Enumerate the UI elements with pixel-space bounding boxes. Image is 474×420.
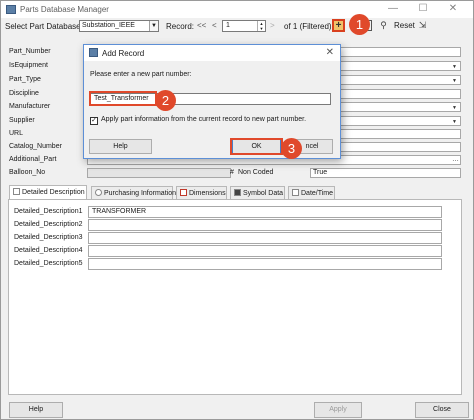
record-number-value: 1: [226, 22, 230, 29]
calendar-icon: [292, 189, 299, 196]
dimensions-icon: [180, 189, 187, 196]
previous-record-button[interactable]: <: [212, 21, 217, 30]
parts-database-manager-window: Parts Database Manager — ☐ ✕ Select Part…: [0, 0, 474, 420]
spinner-arrows-icon[interactable]: ▲ ▼: [257, 21, 265, 31]
field-label: Supplier: [9, 117, 35, 124]
reset-button[interactable]: Reset: [394, 21, 415, 30]
callout-marker: 1: [349, 14, 370, 35]
close-button[interactable]: Close: [415, 402, 469, 418]
export-icon[interactable]: ⇲: [417, 20, 428, 31]
database-select[interactable]: Substation_IEEE ▼: [79, 20, 159, 32]
description-label: Detailed_Description3: [14, 234, 83, 241]
field-label: Balloon_No: [9, 169, 46, 176]
callout-marker: 2: [155, 90, 176, 111]
window-titlebar: Parts Database Manager — ☐ ✕: [1, 1, 473, 18]
dialog-help-button[interactable]: Help: [89, 139, 152, 154]
non-coded-value: True: [313, 169, 328, 176]
field-label: IsEquipment: [9, 62, 48, 69]
field-label: URL: [9, 130, 24, 137]
tab-detailed-description[interactable]: Detailed Description: [9, 185, 87, 200]
detailed-description4-field[interactable]: [88, 245, 442, 257]
help-button[interactable]: Help: [9, 402, 63, 418]
tab-label: Purchasing Information: [104, 190, 176, 197]
chevron-down-icon[interactable]: ▼: [452, 78, 457, 84]
tab-purchasing-information[interactable]: Purchasing Information: [91, 186, 176, 200]
first-record-button[interactable]: <<: [197, 21, 206, 30]
non-coded-field[interactable]: True: [310, 168, 461, 178]
database-select-value: Substation_IEEE: [82, 22, 135, 29]
balloon-no-field[interactable]: [87, 168, 231, 178]
chevron-down-icon[interactable]: ▼: [452, 64, 457, 70]
more-options-icon[interactable]: …: [452, 156, 459, 163]
dialog-titlebar: Add Record ✕: [84, 45, 340, 61]
non-coded-label: Non Coded: [238, 169, 274, 176]
tab-label: Symbol Data: [243, 190, 284, 197]
description-label: Detailed_Description5: [14, 260, 83, 267]
record-count: of 1 (Filtered): [284, 22, 332, 31]
description-label: Detailed_Description1: [14, 208, 83, 215]
symbol-icon: [234, 189, 241, 196]
apply-info-checkbox[interactable]: ✓ Apply part information from the current…: [90, 116, 306, 125]
field-label: Part_Number: [9, 48, 51, 55]
field-label: Part_Type: [9, 76, 41, 83]
dialog-title: Add Record: [102, 49, 145, 58]
detailed-description3-field[interactable]: [88, 232, 442, 244]
detailed-description1-field[interactable]: TRANSFORMER: [88, 206, 442, 218]
field-label: Catalog_Number: [9, 143, 62, 150]
callout-marker: 3: [281, 138, 302, 159]
apply-button[interactable]: Apply: [314, 402, 362, 418]
add-record-button[interactable]: +: [332, 19, 345, 32]
field-label: Manufacturer: [9, 103, 51, 110]
hash-label: #: [230, 169, 234, 176]
tab-label: Dimensions: [189, 190, 226, 197]
chevron-down-icon: ▼: [149, 21, 158, 31]
record-number-input[interactable]: 1 ▲ ▼: [222, 20, 266, 32]
purchase-icon: [95, 189, 102, 196]
chevron-down-icon[interactable]: ▼: [452, 105, 457, 111]
tab-label: Detailed Description: [22, 189, 85, 196]
document-icon: [13, 188, 20, 195]
ok-highlight: [230, 138, 283, 155]
window-title: Parts Database Manager: [20, 5, 109, 14]
binoculars-icon[interactable]: ⚲: [378, 20, 389, 31]
description-value: TRANSFORMER: [92, 208, 147, 215]
tab-date-time[interactable]: Date/Time: [288, 186, 335, 200]
maximize-icon[interactable]: ☐: [411, 2, 435, 16]
detailed-description5-field[interactable]: [88, 258, 442, 270]
tab-dimensions[interactable]: Dimensions: [176, 186, 227, 200]
app-icon: [89, 48, 98, 57]
checkbox-checked-icon[interactable]: ✓: [90, 117, 98, 125]
input-highlight: [89, 91, 157, 106]
dialog-prompt: Please enter a new part number:: [90, 71, 192, 78]
chevron-down-icon[interactable]: ▼: [452, 119, 457, 125]
record-label: Record:: [166, 22, 195, 31]
tab-symbol-data[interactable]: Symbol Data: [230, 186, 285, 200]
detailed-description-panel: Detailed_Description1 TRANSFORMER Detail…: [8, 199, 462, 395]
add-record-dialog: Add Record ✕ Please enter a new part num…: [83, 44, 341, 159]
detailed-description2-field[interactable]: [88, 219, 442, 231]
tab-label: Date/Time: [301, 190, 334, 197]
next-record-button[interactable]: >: [270, 21, 275, 30]
description-label: Detailed_Description4: [14, 247, 83, 254]
close-icon[interactable]: ✕: [326, 47, 334, 58]
description-label: Detailed_Description2: [14, 221, 83, 228]
database-label: Select Part Database:: [5, 22, 83, 31]
app-icon: [6, 5, 16, 14]
close-icon[interactable]: ✕: [441, 2, 465, 16]
field-label: Discipline: [9, 90, 39, 97]
field-label: Additional_Part: [9, 156, 57, 163]
apply-info-label: Apply part information from the current …: [101, 116, 307, 123]
minimize-icon[interactable]: —: [381, 2, 405, 16]
